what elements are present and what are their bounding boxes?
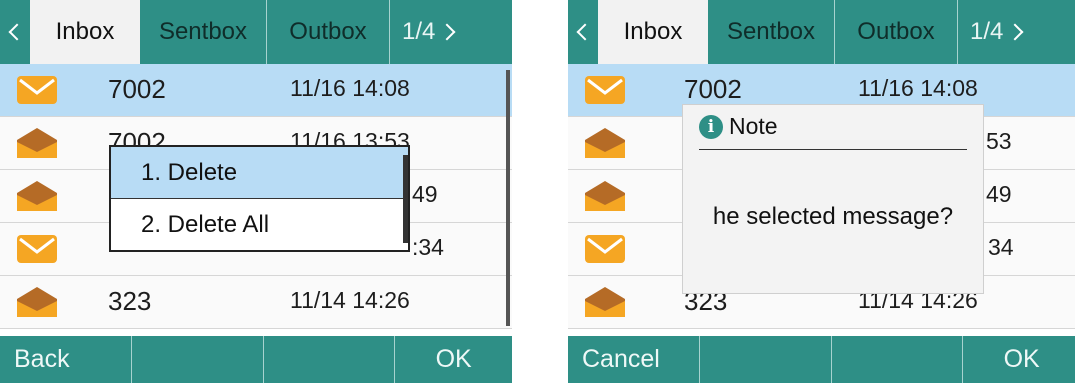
chevron-left-icon bbox=[8, 23, 26, 41]
menu-item-delete-all[interactable]: 2. Delete All bbox=[111, 199, 408, 250]
envelope-open-icon bbox=[585, 287, 625, 317]
note-dialog: i Note he selected message? bbox=[682, 104, 984, 294]
tab-outbox[interactable]: Outbox bbox=[835, 0, 958, 64]
softkey-2[interactable] bbox=[700, 336, 832, 383]
tab-inbox[interactable]: Inbox bbox=[30, 0, 140, 64]
envelope-closed-icon bbox=[585, 235, 625, 263]
envelope-closed-icon bbox=[585, 76, 625, 104]
message-time: 11/16 14:08 bbox=[290, 75, 410, 101]
tab-next-button[interactable]: 1/4 bbox=[390, 0, 496, 64]
cancel-button[interactable]: Cancel bbox=[568, 336, 700, 383]
envelope-open-icon bbox=[17, 287, 57, 317]
message-time: 49 bbox=[986, 181, 1012, 207]
softkey-2[interactable] bbox=[132, 336, 264, 383]
menu-scrollbar[interactable] bbox=[403, 155, 408, 243]
softkey-3[interactable] bbox=[264, 336, 396, 383]
message-time: :34 bbox=[412, 234, 444, 260]
message-row[interactable]: 323 11/14 14:26 bbox=[0, 276, 512, 329]
dialog-title: i Note bbox=[699, 113, 778, 140]
envelope-open-icon bbox=[585, 128, 625, 158]
tab-sentbox[interactable]: Sentbox bbox=[140, 0, 267, 64]
ok-button[interactable]: OK bbox=[963, 336, 1075, 383]
options-menu: 1. Delete 2. Delete All bbox=[109, 145, 410, 252]
tab-inbox[interactable]: Inbox bbox=[598, 0, 708, 64]
page-indicator: 1/4 bbox=[970, 18, 1004, 45]
softkey-3[interactable] bbox=[832, 336, 964, 383]
chevron-right-icon bbox=[1006, 23, 1024, 41]
chevron-right-icon bbox=[438, 23, 456, 41]
back-button[interactable]: Back bbox=[0, 336, 132, 383]
list-scrollbar[interactable] bbox=[506, 70, 510, 326]
message-time: 34 bbox=[988, 234, 1014, 260]
tab-outbox[interactable]: Outbox bbox=[267, 0, 390, 64]
softkey-bar: Cancel OK bbox=[568, 336, 1075, 383]
message-time: 11/14 14:26 bbox=[290, 287, 410, 313]
message-sender: 323 bbox=[108, 286, 152, 316]
softkey-bar: Back OK bbox=[0, 336, 512, 383]
envelope-open-icon bbox=[585, 181, 625, 211]
envelope-closed-icon bbox=[17, 235, 57, 263]
tab-bar: Inbox Sentbox Outbox 1/4 bbox=[568, 0, 1075, 64]
tab-prev-button[interactable] bbox=[0, 0, 30, 64]
page-indicator: 1/4 bbox=[402, 18, 436, 45]
message-time: 11/16 14:08 bbox=[858, 75, 978, 101]
message-time: 49 bbox=[412, 181, 438, 207]
menu-item-delete[interactable]: 1. Delete bbox=[111, 147, 408, 199]
ok-button[interactable]: OK bbox=[395, 336, 512, 383]
tab-prev-button[interactable] bbox=[568, 0, 598, 64]
tab-sentbox[interactable]: Sentbox bbox=[708, 0, 835, 64]
tab-next-button[interactable]: 1/4 bbox=[958, 0, 1064, 64]
tab-bar: Inbox Sentbox Outbox 1/4 bbox=[0, 0, 512, 64]
info-icon: i bbox=[699, 114, 723, 139]
envelope-open-icon bbox=[17, 181, 57, 211]
phone-screen-left: Inbox Sentbox Outbox 1/4 7002 11/16 14:0… bbox=[0, 0, 512, 383]
chevron-left-icon bbox=[576, 23, 594, 41]
dialog-title-text: Note bbox=[729, 113, 778, 139]
dialog-divider bbox=[699, 149, 967, 150]
envelope-open-icon bbox=[17, 128, 57, 158]
dialog-message: he selected message? bbox=[712, 203, 954, 230]
envelope-closed-icon bbox=[17, 76, 57, 104]
message-time: 53 bbox=[986, 128, 1012, 154]
message-sender: 7002 bbox=[108, 74, 166, 104]
message-row[interactable]: 7002 11/16 14:08 bbox=[0, 64, 512, 117]
message-sender: 7002 bbox=[684, 74, 742, 104]
phone-screen-right: Inbox Sentbox Outbox 1/4 7002 11/16 14:0… bbox=[568, 0, 1075, 383]
